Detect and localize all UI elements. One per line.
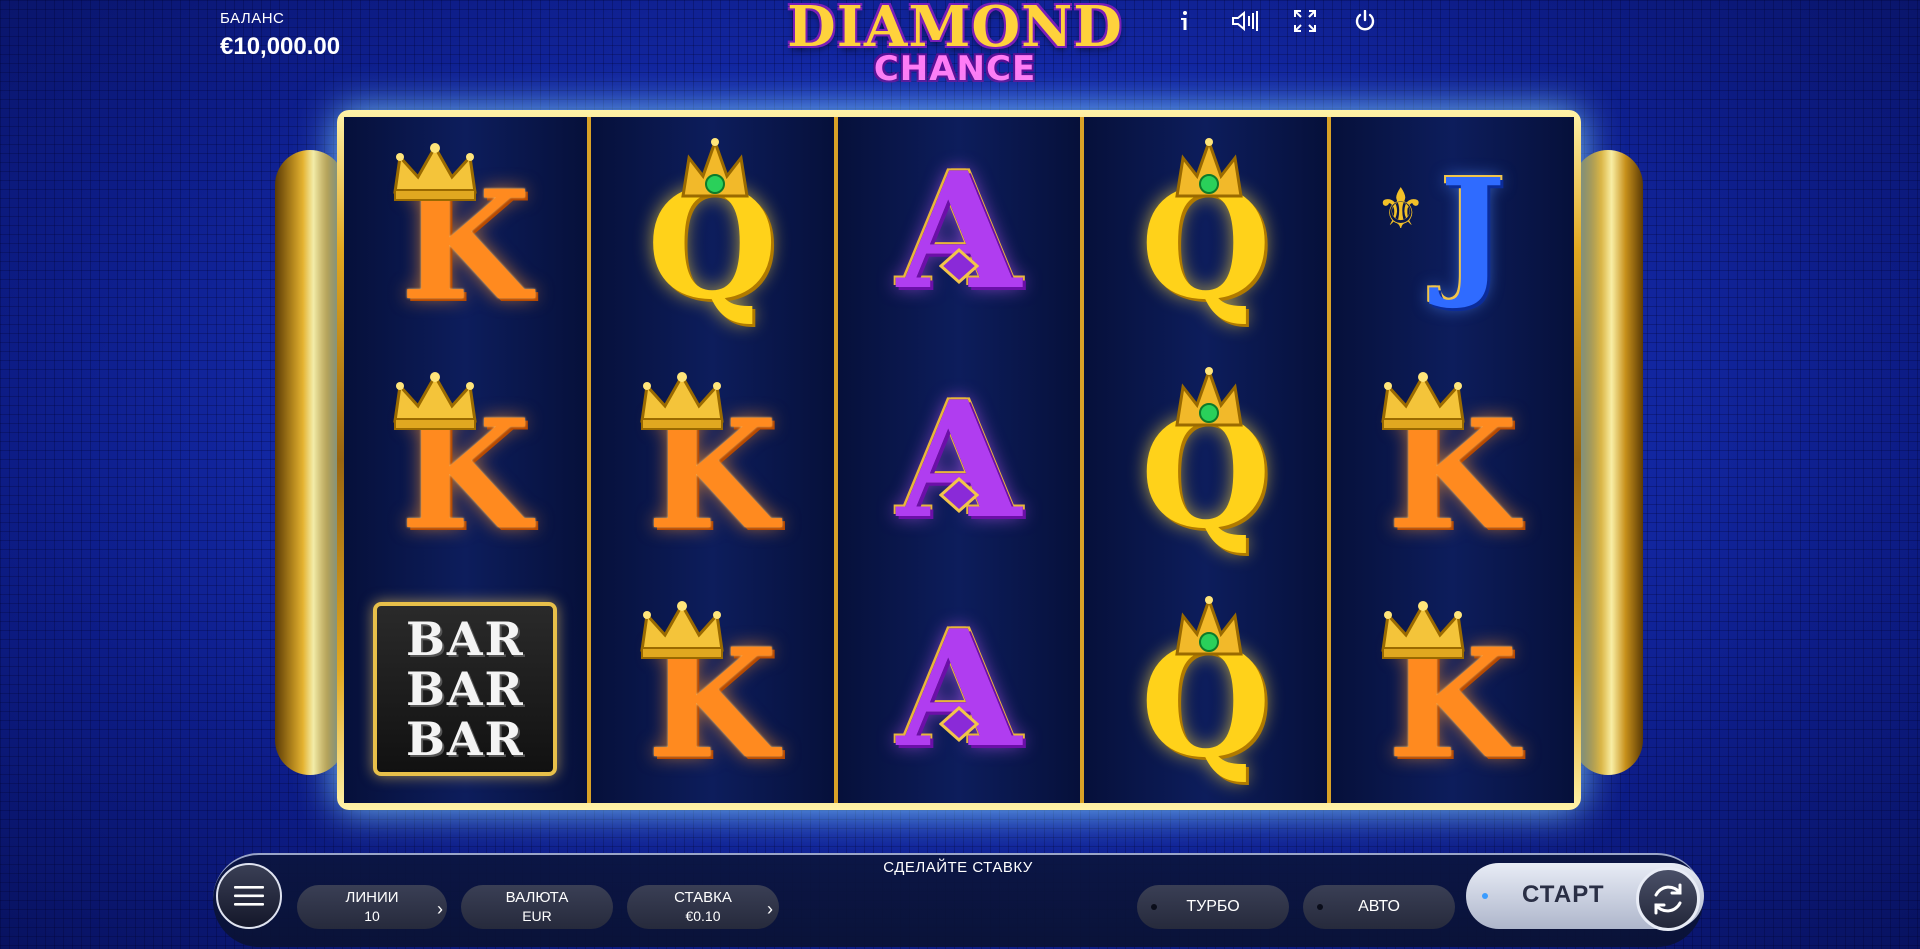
queen-symbol: Q <box>1111 136 1301 326</box>
reel-5: ⚜ J K K <box>1327 117 1574 803</box>
bet-value: €0.10 <box>685 908 721 924</box>
frame-left-cap <box>275 150 345 775</box>
fullscreen-icon[interactable] <box>1290 6 1320 36</box>
reel-cell: Q <box>1084 346 1327 575</box>
hamburger-icon <box>234 886 264 906</box>
reel-3: A A A <box>833 117 1081 803</box>
king-symbol: K <box>370 136 560 326</box>
lines-increase-arrow[interactable]: › <box>437 899 443 920</box>
reel-cell: ⚜ J <box>1331 117 1574 346</box>
turbo-label: ТУРБО <box>1186 898 1240 915</box>
reel-cell: A <box>838 117 1081 346</box>
start-indicator <box>1482 893 1488 899</box>
start-label: СТАРТ <box>1522 881 1605 908</box>
king-symbol: K <box>617 365 807 555</box>
frame-right-cap <box>1573 150 1643 775</box>
crown-icon <box>1169 365 1249 440</box>
reel-2: Q K K <box>586 117 834 803</box>
sound-icon[interactable] <box>1230 6 1260 36</box>
balance-label: БАЛАНС <box>220 10 285 27</box>
reel-frame: K K BAR BAR BAR Q K K A A A Q Q Q ⚜ J K … <box>337 110 1581 810</box>
auto-indicator <box>1317 904 1323 910</box>
lines-value: 10 <box>364 908 380 924</box>
queen-symbol: Q <box>617 136 807 326</box>
ace-symbol: A <box>864 136 1054 326</box>
bar-symbol: BAR BAR BAR <box>373 601 558 776</box>
symbol-letter: A <box>896 594 1022 783</box>
reel-cell: K <box>344 346 587 575</box>
crown-icon <box>1169 594 1249 669</box>
power-icon[interactable] <box>1350 6 1380 36</box>
crown-icon <box>1169 136 1249 211</box>
bet-selector[interactable]: СТАВКА €0.10 <box>627 885 779 929</box>
game-logo: DIAMOND CHANCE <box>785 0 1125 86</box>
lines-label: ЛИНИИ <box>345 889 399 906</box>
currency-selector[interactable]: ВАЛЮТА EUR <box>461 885 613 929</box>
symbol-letter: A <box>896 137 1022 326</box>
reel-cell: A <box>838 346 1081 575</box>
auto-label: АВТО <box>1358 898 1400 915</box>
reel-cell: A <box>838 574 1081 803</box>
reels-grid: K K BAR BAR BAR Q K K A A A Q Q Q ⚜ J K … <box>344 117 1574 803</box>
crown-icon <box>675 136 755 211</box>
menu-button[interactable] <box>216 863 282 929</box>
reel-4: Q Q Q <box>1080 117 1328 803</box>
ace-symbol: A <box>864 365 1054 555</box>
reel-cell: Q <box>591 117 834 346</box>
balance-value: €10,000.00 <box>220 33 341 60</box>
info-icon[interactable] <box>1170 6 1200 36</box>
turbo-button[interactable]: ТУРБО <box>1137 885 1289 929</box>
auto-button[interactable]: АВТО <box>1303 885 1455 929</box>
queen-symbol: Q <box>1111 594 1301 784</box>
currency-value: EUR <box>522 908 552 924</box>
crown-icon <box>1378 371 1468 436</box>
reel-cell: K <box>591 574 834 803</box>
reel-cell: K <box>1331 346 1574 575</box>
currency-label: ВАЛЮТА <box>505 889 569 906</box>
symbol-letter: J <box>1439 149 1506 314</box>
bar-word: BAR <box>405 711 525 766</box>
start-button[interactable]: СТАРТ <box>1466 863 1704 931</box>
top-toolbar <box>1170 6 1380 36</box>
bar-word: BAR <box>405 661 525 716</box>
reel-cell: Q <box>1084 117 1327 346</box>
jack-symbol: ⚜ J <box>1358 136 1548 326</box>
reel-cell: K <box>591 346 834 575</box>
queen-symbol: Q <box>1111 365 1301 555</box>
king-symbol: K <box>1358 365 1548 555</box>
reel-cell: K <box>344 117 587 346</box>
king-symbol: K <box>370 365 560 555</box>
fleur-de-lis-icon: ⚜ <box>1375 177 1426 241</box>
lines-selector: ЛИНИИ 10 <box>297 885 447 929</box>
logo-line-1: DIAMOND <box>787 0 1123 60</box>
balance-display: БАЛАНС €10,000.00 <box>220 10 340 61</box>
crown-icon <box>390 371 480 436</box>
king-symbol: K <box>617 594 807 784</box>
reel-cell: BAR BAR BAR <box>344 574 587 803</box>
king-symbol: K <box>1358 594 1548 784</box>
reel-cell: K <box>1331 574 1574 803</box>
bar-word: BAR <box>405 611 525 666</box>
crown-icon <box>637 600 727 665</box>
crown-icon <box>637 371 727 436</box>
control-panel: СДЕЛАЙТЕ СТАВКУ ‹ ЛИНИИ 10 › ВАЛЮТА EUR … <box>213 853 1704 947</box>
ace-symbol: A <box>864 594 1054 784</box>
spin-icon[interactable] <box>1636 867 1700 931</box>
crown-icon <box>390 142 480 207</box>
bet-increase-arrow[interactable]: › <box>767 899 773 920</box>
reel-1: K K BAR BAR BAR <box>344 117 587 803</box>
symbol-letter: A <box>896 366 1022 554</box>
bet-label: СТАВКА <box>674 889 732 906</box>
reel-cell: Q <box>1084 574 1327 803</box>
turbo-indicator <box>1151 904 1157 910</box>
crown-icon <box>1378 600 1468 665</box>
